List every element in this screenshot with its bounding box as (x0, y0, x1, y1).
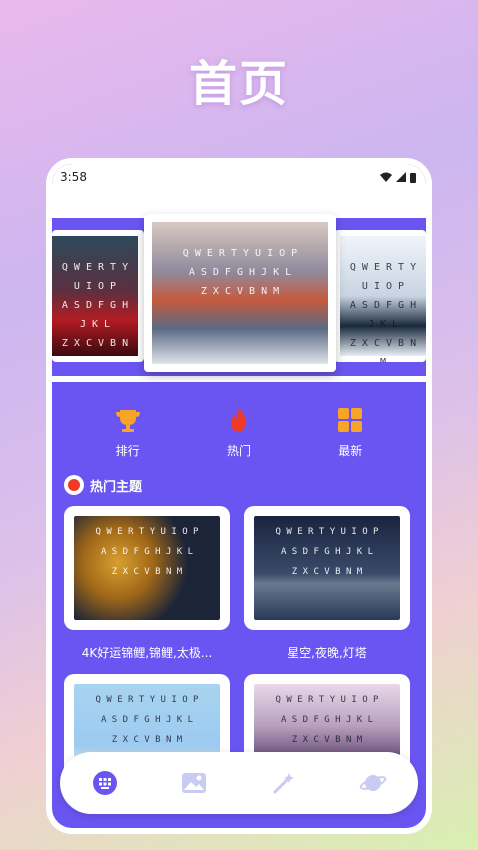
image-icon (182, 773, 207, 793)
phone-frame: 3:58 Q W E R T Y U I O P A S D F G H J K… (46, 158, 432, 834)
category-ranking[interactable]: 排行 (114, 406, 142, 472)
status-time: 3:58 (60, 170, 87, 184)
signal-icon (396, 172, 406, 182)
section-header: 热门主题 (52, 472, 426, 498)
banner-carousel[interactable]: Q W E R T Y U I O P A S D F G H J K L Z … (52, 190, 426, 382)
theme-card[interactable]: Q W E R T Y U I O P A S D F G H J K L Z … (244, 506, 410, 660)
category-hot[interactable]: 热门 (225, 406, 253, 472)
theme-thumbnail: Q W E R T Y U I O P A S D F G H J K L Z … (244, 506, 410, 630)
banner-slide-current[interactable]: Q W E R T Y U I O P A S D F G H J K L Z … (144, 214, 336, 372)
keyboard-icon (92, 771, 117, 795)
tab-wallpaper[interactable] (174, 763, 214, 803)
trophy-icon (114, 406, 142, 434)
status-bar: 3:58 (52, 164, 426, 190)
banner-slide-next[interactable]: Q W E R T Y U I O P A S D F G H J K L Z … (334, 230, 426, 362)
bottom-tab-bar (60, 752, 418, 814)
promo-title: 首页 (188, 56, 289, 112)
category-row: 排行 热门 最新 (52, 382, 426, 472)
section-title: 热门主题 (90, 479, 143, 495)
category-label: 热门 (226, 444, 251, 458)
theme-name (247, 812, 407, 828)
flame-icon (225, 406, 253, 434)
tab-diy[interactable] (264, 763, 304, 803)
category-label: 排行 (115, 444, 140, 458)
theme-card[interactable]: Q W E R T Y U I O P A S D F G H J K L Z … (64, 506, 230, 660)
tab-discover[interactable] (353, 763, 393, 803)
magic-wand-icon (273, 773, 294, 794)
wifi-icon (380, 172, 392, 182)
planet-icon (359, 775, 387, 791)
status-icons (380, 172, 416, 183)
category-latest[interactable]: 最新 (336, 406, 364, 472)
tab-home[interactable] (85, 763, 125, 803)
theme-name: 4K好运锦鲤,锦鲤,太极... (81, 646, 213, 660)
theme-thumbnail: Q W E R T Y U I O P A S D F G H J K L Z … (64, 506, 230, 630)
category-label: 最新 (338, 444, 363, 458)
hot-dot-icon (64, 475, 84, 495)
theme-name: 星空,夜晚,灯塔 (287, 646, 367, 660)
grid-icon (336, 406, 364, 434)
battery-icon (410, 172, 416, 183)
theme-name (67, 812, 227, 828)
banner-slide-prev[interactable]: Q W E R T Y U I O P A S D F G H J K L Z … (52, 230, 144, 362)
